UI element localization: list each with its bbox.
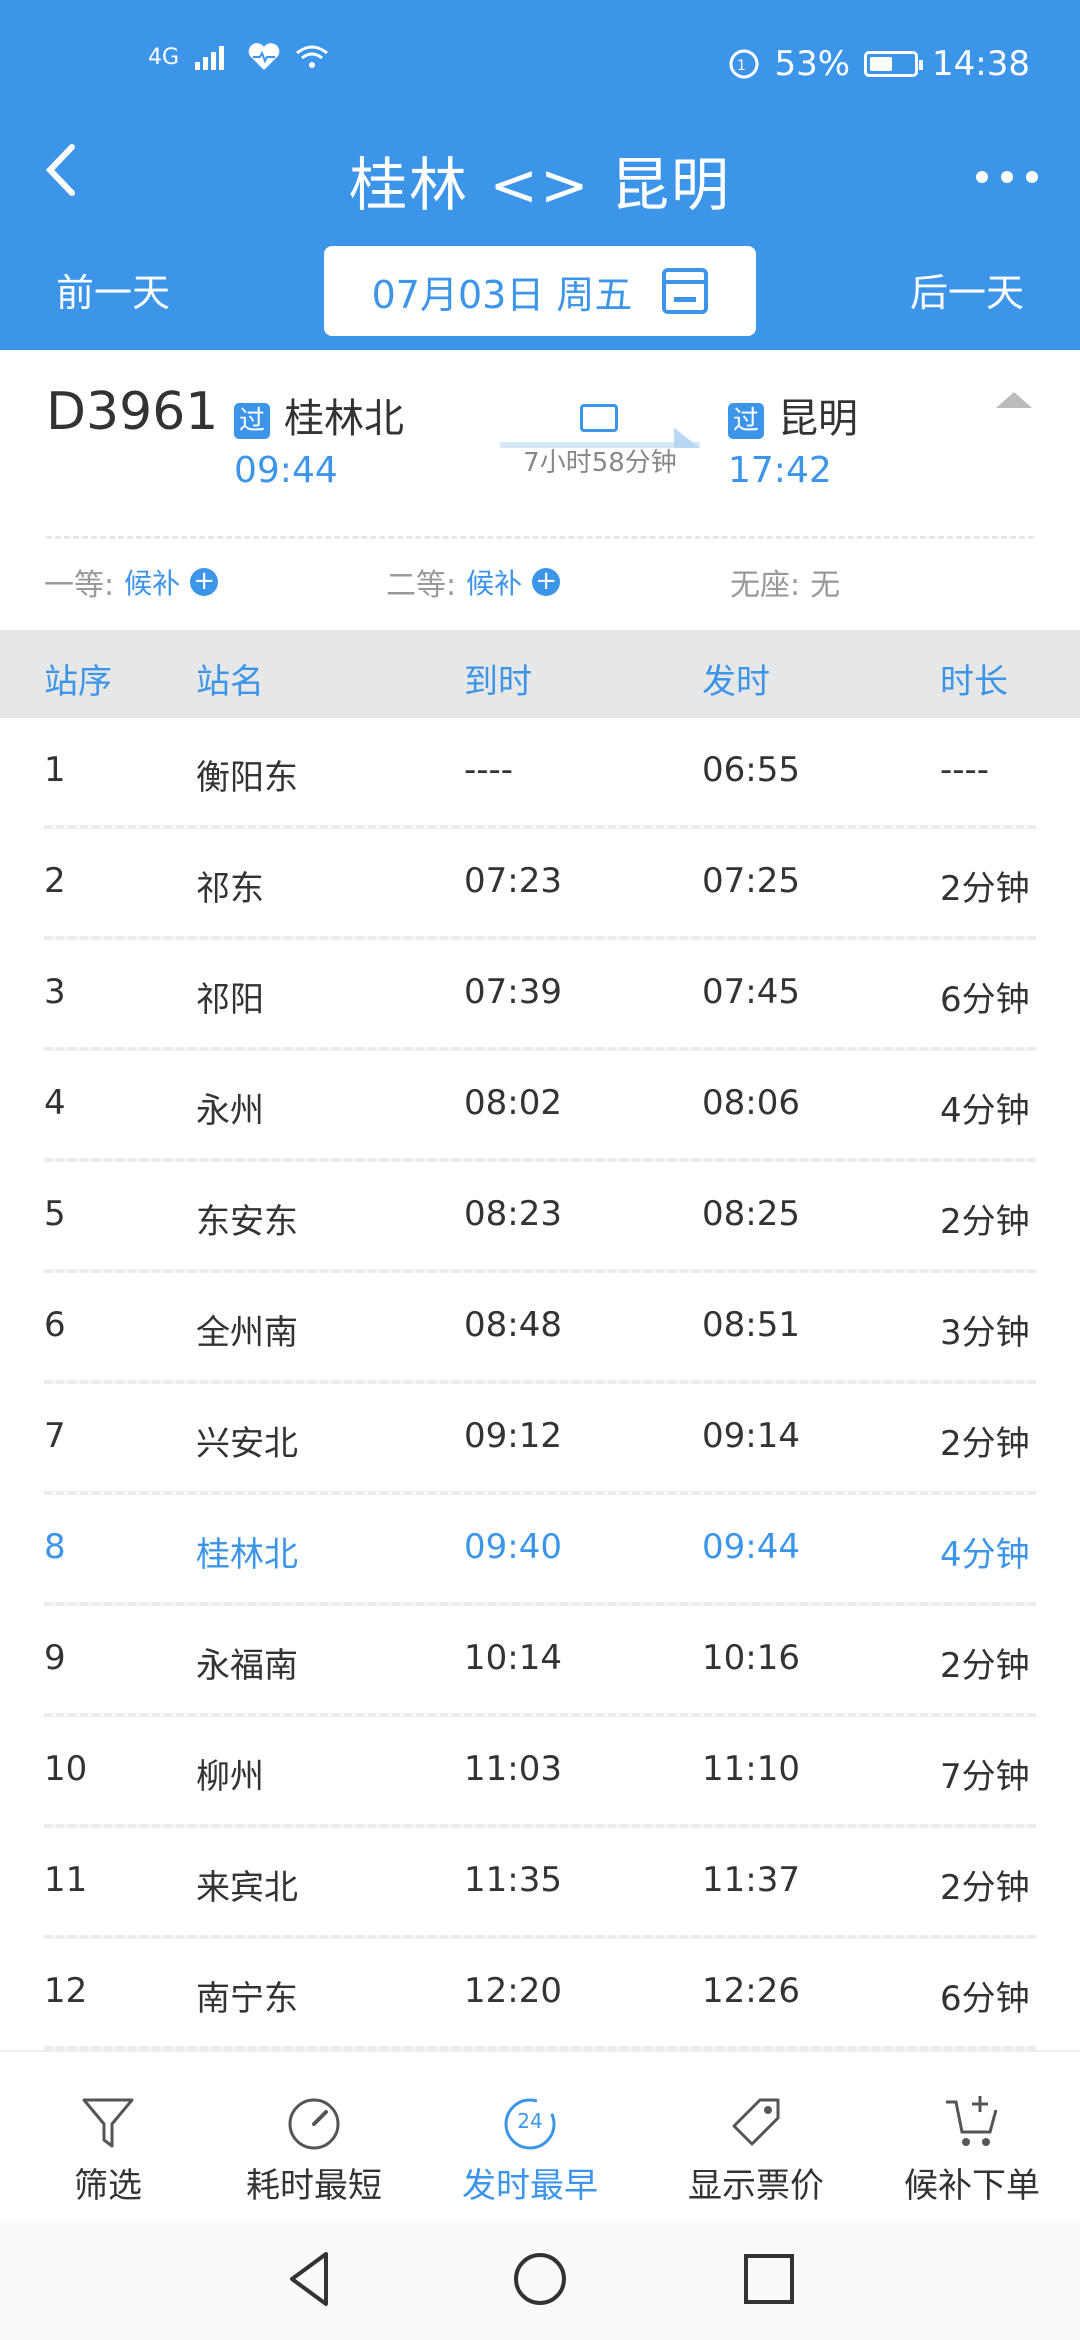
price-tag-icon [732,2098,780,2146]
plus-icon: + [532,568,561,596]
table-row: 5 东安东 08:23 08:25 2分钟 [0,1162,1080,1273]
calendar-icon [662,268,709,314]
waitlist-order-label: 候补下单 [904,2166,1040,2206]
table-row-current-station: 8 桂林北 09:40 09:44 4分钟 [0,1495,1080,1606]
table-row: 4 永州 08:02 08:06 4分钟 [0,1051,1080,1162]
header-duration: 时长 [940,662,1008,702]
bottom-action-bar: 筛选 耗时最短 24 发时最早 显示票价 候补下单 [0,2050,1080,2220]
nav-recents-icon[interactable] [734,2244,804,2314]
plus-icon: + [190,568,219,596]
to-station: 过昆明 [728,386,858,444]
health-icon [248,43,280,70]
show-price-button[interactable]: 显示票价 [656,2092,856,2207]
sort-shortest-button[interactable]: 耗时最短 [214,2092,414,2207]
table-row: 7 兴安北 09:12 09:14 2分钟 [0,1384,1080,1495]
system-nav-bar [0,2220,1080,2340]
seat-first-class[interactable]: 一等: 候补 + [44,560,219,604]
clock-24-label: 24 [517,2109,543,2133]
date-label: 07月03日 周五 [371,272,633,317]
seat-second-class[interactable]: 二等: 候补 + [386,560,561,604]
table-row: 9 永福南 10:14 10:16 2分钟 [0,1606,1080,1717]
from-time: 09:44 [234,450,338,491]
sort-earliest-label: 发时最早 [462,2166,598,2206]
pass-badge: 过 [728,403,764,439]
table-header: 站序 站名 到时 发时 时长 [0,630,1080,718]
to-time: 17:42 [728,450,832,491]
filter-button[interactable]: 筛选 [8,2092,208,2207]
nfc-icon: 1 [729,49,759,79]
table-row: 2 祁东 07:23 07:25 2分钟 [0,829,1080,940]
header-seq: 站序 [44,662,112,702]
table-row: 3 祁阳 07:39 07:45 6分钟 [0,940,1080,1051]
waitlist-order-button[interactable]: 候补下单 [872,2092,1072,2207]
nav-back-icon[interactable] [276,2244,346,2314]
pass-badge: 过 [234,403,270,439]
trip-duration: 7小时58分钟 [523,448,677,478]
filter-label: 筛选 [74,2166,142,2206]
sort-earliest-button[interactable]: 24 发时最早 [430,2092,630,2207]
date-picker[interactable]: 07月03日 周五 [324,246,756,336]
divider [46,536,1034,539]
nav-home-icon[interactable] [505,2244,575,2314]
prev-day-button[interactable]: 前一天 [56,262,170,317]
page-title: 桂林 <> 昆明 [348,151,732,219]
header-arrival: 到时 [464,662,532,702]
filter-funnel-icon [82,2098,134,2148]
battery-icon [864,51,924,77]
status-bar: 4G 1 53% 14:38 [0,0,1080,130]
wifi-icon [296,45,328,68]
id-card-icon [580,404,618,432]
battery-percent: 53% [774,44,851,84]
next-day-button[interactable]: 后一天 [910,262,1024,317]
stopwatch-icon [288,2098,340,2150]
svg-text:1: 1 [737,58,746,74]
network-label: 4G [148,44,180,70]
header-station: 站名 [196,662,264,702]
stop-list: 1 衡阳东 ---- 06:55 ---- 2 祁东 07:23 07:25 2分钟 3 祁阳 07… [0,718,1080,2050]
sort-shortest-label: 耗时最短 [246,2166,382,2206]
from-station: 过桂林北 [234,386,404,444]
signal-icon [195,46,225,70]
more-dots-icon [976,171,1038,183]
collapse-arrow-icon[interactable] [996,392,1032,408]
table-row: 12 南宁东 12:20 12:26 6分钟 [0,1939,1080,2050]
seat-no-seat: 无座: 无 [730,568,841,603]
header-departure: 发时 [702,662,770,702]
table-row: 11 来宾北 11:35 11:37 2分钟 [0,1828,1080,1939]
clock: 14:38 [932,44,1030,84]
show-price-label: 显示票价 [688,2166,824,2206]
from-station-name: 桂林北 [284,396,404,442]
more-button[interactable] [974,150,1040,190]
train-number: D3961 [46,382,219,442]
to-station-name: 昆明 [778,396,858,442]
cart-plus-icon [946,2096,998,2146]
table-row: 10 柳州 11:03 11:10 7分钟 [0,1717,1080,1828]
train-summary: D3961 过桂林北 09:44 7小时58分钟 过昆明 17:42 一等: 候… [0,350,1080,630]
table-row: 6 全州南 08:48 08:51 3分钟 [0,1273,1080,1384]
table-row: 1 衡阳东 ---- 06:55 ---- [0,718,1080,829]
